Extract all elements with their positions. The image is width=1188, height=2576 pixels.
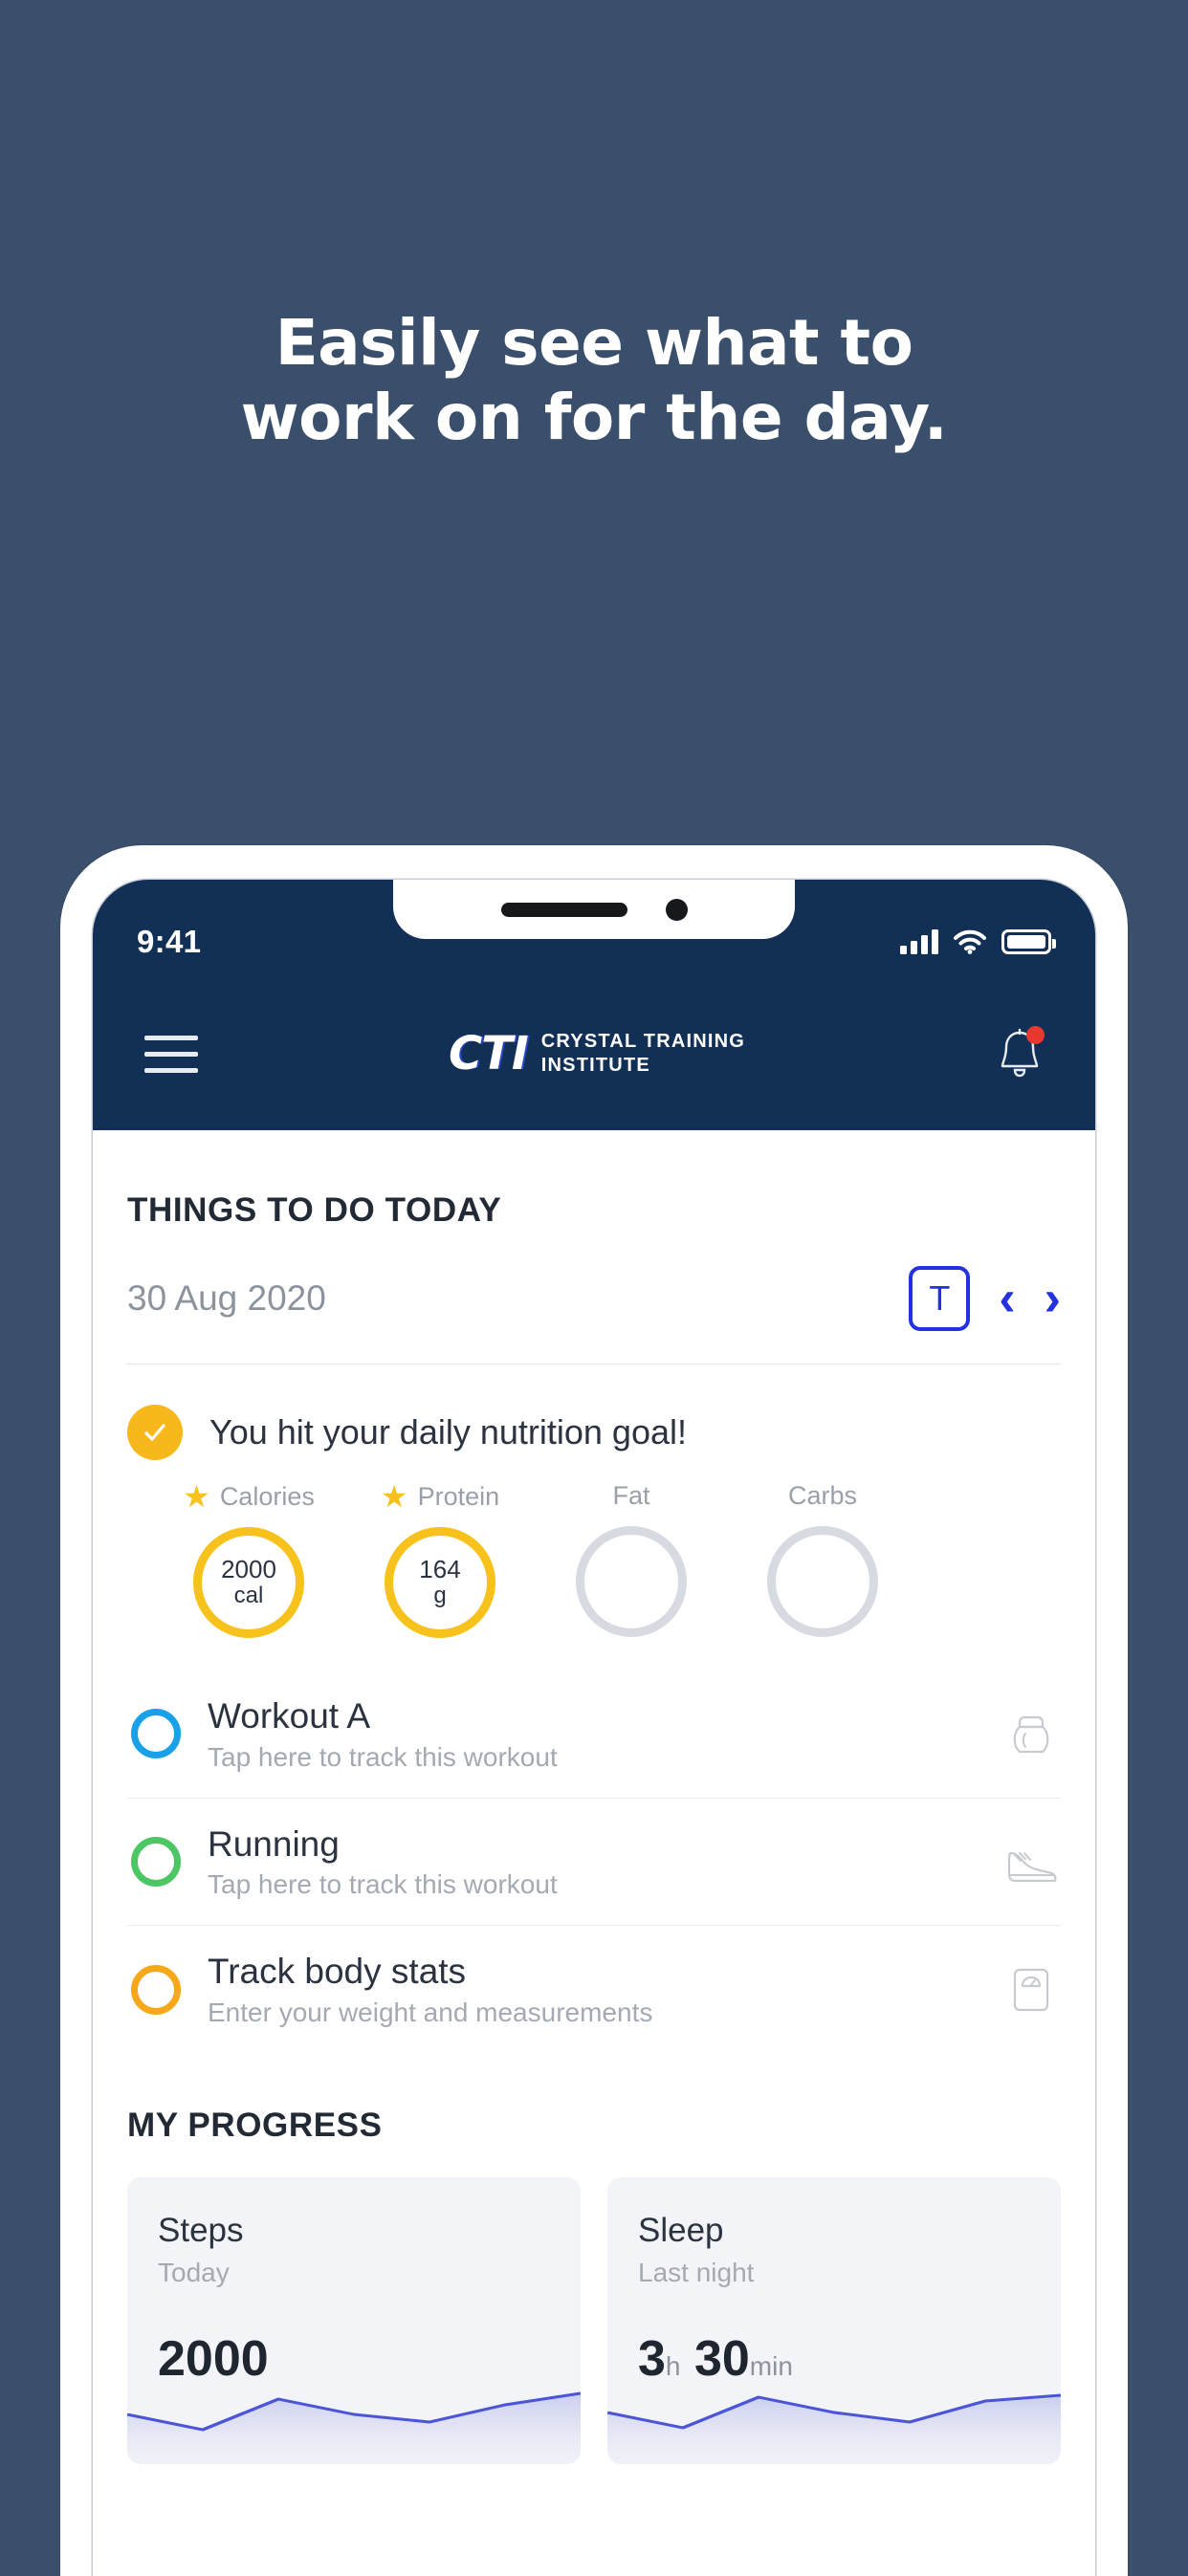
- progress-card-sleep[interactable]: Sleep Last night 3h 30min: [607, 2176, 1061, 2464]
- steps-sparkline-chart: [127, 2372, 581, 2464]
- card-title: Steps: [158, 2211, 244, 2249]
- status-bar-time: 9:41: [137, 924, 202, 959]
- app-content: THINGS TO DO TODAY 30 Aug 2020 T ‹ › You…: [93, 1130, 1095, 2576]
- headline-line-1: Easily see what to: [275, 306, 913, 380]
- macro-ring[interactable]: [576, 1526, 687, 1637]
- macro-label-row: ★ Protein: [381, 1481, 499, 1512]
- macro-protein[interactable]: ★ Protein 164 g: [364, 1481, 516, 1638]
- star-icon: ★: [380, 1479, 408, 1514]
- progress-section-title: MY PROGRESS: [127, 2106, 383, 2144]
- star-icon: ★: [183, 1479, 210, 1514]
- macro-label: Protein: [417, 1481, 500, 1511]
- nutrition-goal-message: You hit your daily nutrition goal!: [209, 1412, 687, 1452]
- sleep-sparkline-chart: [607, 2372, 1061, 2464]
- macro-unit: g: [433, 1583, 447, 1609]
- macro-ring[interactable]: 2000 cal: [193, 1527, 304, 1638]
- task-list: Workout A Tap here to track this workout: [127, 1670, 1061, 2053]
- macro-ring[interactable]: [767, 1526, 878, 1637]
- macro-label-row: Carbs: [788, 1481, 857, 1511]
- headline-line-2: work on for the day.: [240, 380, 948, 454]
- notification-badge: [1025, 1026, 1045, 1044]
- macro-ring-group: ★ Calories 2000 cal ★ Protein 164 g Fat …: [127, 1481, 1061, 1638]
- task-row[interactable]: Workout A Tap here to track this workout: [127, 1670, 1061, 1799]
- task-title: Running: [208, 1823, 340, 1864]
- task-subtitle: Tap here to track this workout: [208, 1741, 558, 1772]
- macro-label-row: Fat: [612, 1481, 649, 1511]
- task-subtitle: Enter your weight and measurements: [208, 1997, 653, 2027]
- macro-label-row: ★ Calories: [183, 1481, 315, 1512]
- macro-label: Fat: [612, 1481, 650, 1510]
- chevron-right-icon[interactable]: ›: [1045, 1274, 1061, 1323]
- task-subtitle: Tap here to track this workout: [208, 1869, 558, 1900]
- check-icon: [127, 1405, 183, 1460]
- macro-calories[interactable]: ★ Calories 2000 cal: [173, 1481, 324, 1638]
- wifi-icon: [954, 929, 986, 954]
- app-logo: CTI CRYSTAL TRAINING INSTITUTE: [449, 1027, 745, 1081]
- task-status-ring[interactable]: [131, 1964, 181, 2015]
- logo-mark: CTI: [448, 1027, 529, 1081]
- phone-notch: [393, 880, 795, 939]
- phone-screen: 9:41 CTI CRYSTAL TRAINING INSTITUTE THIN…: [93, 880, 1095, 2576]
- task-title: Workout A: [208, 1696, 371, 1736]
- task-row[interactable]: Track body stats Enter your weight and m…: [127, 1926, 1061, 2053]
- today-button[interactable]: T: [909, 1266, 971, 1331]
- earpiece-speaker-icon: [500, 902, 627, 917]
- todo-section-title: THINGS TO DO TODAY: [127, 1191, 502, 1229]
- task-title: Track body stats: [208, 1952, 467, 1992]
- battery-icon: [1001, 929, 1056, 954]
- cellular-bars-icon: [900, 929, 938, 954]
- progress-card-group: Steps Today 2000 Sleep Last night 3h 30m…: [127, 2176, 1061, 2464]
- task-text: Workout A Tap here to track this workout: [208, 1695, 975, 1773]
- macro-carbs[interactable]: Carbs: [747, 1481, 898, 1638]
- task-status-ring[interactable]: [131, 1836, 181, 1887]
- macro-unit: cal: [233, 1583, 264, 1609]
- kettlebell-icon: [1001, 1704, 1061, 1763]
- task-text: Track body stats Enter your weight and m…: [208, 1951, 975, 2028]
- chevron-left-icon[interactable]: ‹: [999, 1274, 1015, 1323]
- macro-label: Carbs: [787, 1481, 858, 1510]
- logo-line-1: CRYSTAL TRAINING: [540, 1031, 746, 1052]
- front-camera-icon: [665, 898, 688, 921]
- date-navigation-row: 30 Aug 2020 T ‹ ›: [127, 1266, 1061, 1364]
- macro-value: 164: [419, 1555, 461, 1583]
- weight-scale-icon: [1001, 1960, 1061, 2019]
- task-status-ring[interactable]: [131, 1709, 181, 1759]
- macro-value: 2000: [221, 1555, 276, 1583]
- macro-label: Calories: [219, 1481, 315, 1511]
- card-subtitle: Today: [158, 2257, 230, 2287]
- phone-mockup: 9:41 CTI CRYSTAL TRAINING INSTITUTE THIN…: [60, 845, 1128, 2576]
- current-date-label: 30 Aug 2020: [127, 1278, 326, 1318]
- date-controls: T ‹ ›: [909, 1266, 1061, 1331]
- task-text: Running Tap here to track this workout: [208, 1823, 975, 1901]
- macro-fat[interactable]: Fat: [556, 1481, 707, 1638]
- card-title: Sleep: [638, 2211, 724, 2249]
- macro-ring[interactable]: 164 g: [385, 1527, 495, 1638]
- progress-card-steps[interactable]: Steps Today 2000: [127, 2176, 581, 2464]
- nutrition-goal-row: You hit your daily nutrition goal!: [127, 1405, 1061, 1460]
- hamburger-menu-icon[interactable]: [144, 1035, 198, 1073]
- task-row[interactable]: Running Tap here to track this workout: [127, 1799, 1061, 1927]
- card-subtitle: Last night: [638, 2257, 755, 2287]
- promo-headline: Easily see what to work on for the day.: [0, 306, 1188, 455]
- bell-icon[interactable]: [996, 1026, 1045, 1081]
- running-shoe-icon: [1001, 1832, 1061, 1891]
- status-bar-icons: [900, 929, 1056, 954]
- app-header: CTI CRYSTAL TRAINING INSTITUTE: [93, 977, 1095, 1130]
- logo-wordmark: CRYSTAL TRAINING INSTITUTE: [541, 1030, 745, 1078]
- logo-line-2: INSTITUTE: [540, 1055, 650, 1076]
